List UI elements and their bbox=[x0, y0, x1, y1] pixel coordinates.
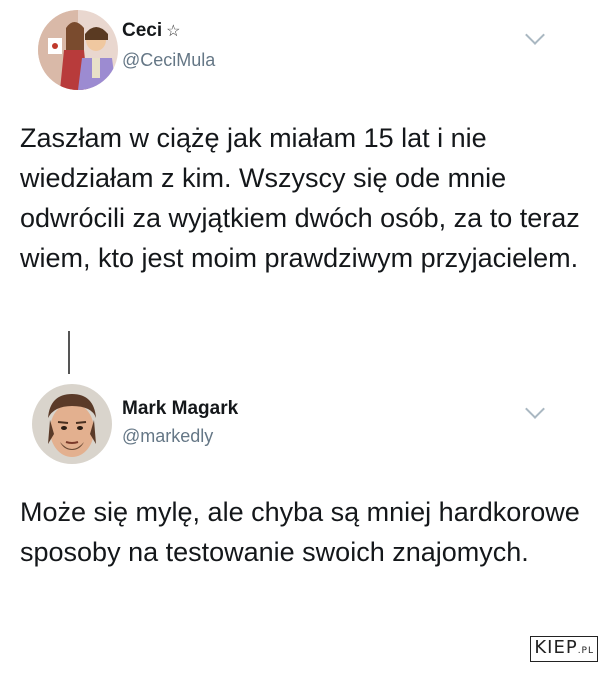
handle-ceci[interactable]: @CeciMula bbox=[122, 50, 215, 71]
avatar-ceci[interactable] bbox=[38, 10, 118, 90]
star-icon: ☆ bbox=[166, 23, 181, 40]
avatar-image bbox=[38, 10, 118, 90]
avatar-image bbox=[32, 384, 112, 464]
watermark-suffix: .PL bbox=[577, 646, 594, 656]
tweet-body-ceci: Zaszłam w ciążę jak miałam 15 lat i nie … bbox=[20, 123, 580, 273]
display-name-text[interactable]: Ceci bbox=[122, 20, 162, 41]
avatar-mark[interactable] bbox=[32, 384, 112, 464]
chevron-down-icon[interactable] bbox=[525, 399, 545, 419]
kiep-watermark-logo: KIEP.PL bbox=[530, 636, 598, 662]
tweet-body-mark: Może się mylę, ale chyba są mniej hardko… bbox=[20, 497, 580, 567]
handle-mark[interactable]: @markedly bbox=[122, 426, 213, 447]
display-name-ceci[interactable]: Ceci ☆ bbox=[122, 20, 180, 42]
watermark-main: KIEP bbox=[534, 637, 578, 658]
display-name-mark[interactable]: Mark Magark bbox=[122, 398, 238, 420]
thread-connector-line bbox=[68, 331, 70, 374]
